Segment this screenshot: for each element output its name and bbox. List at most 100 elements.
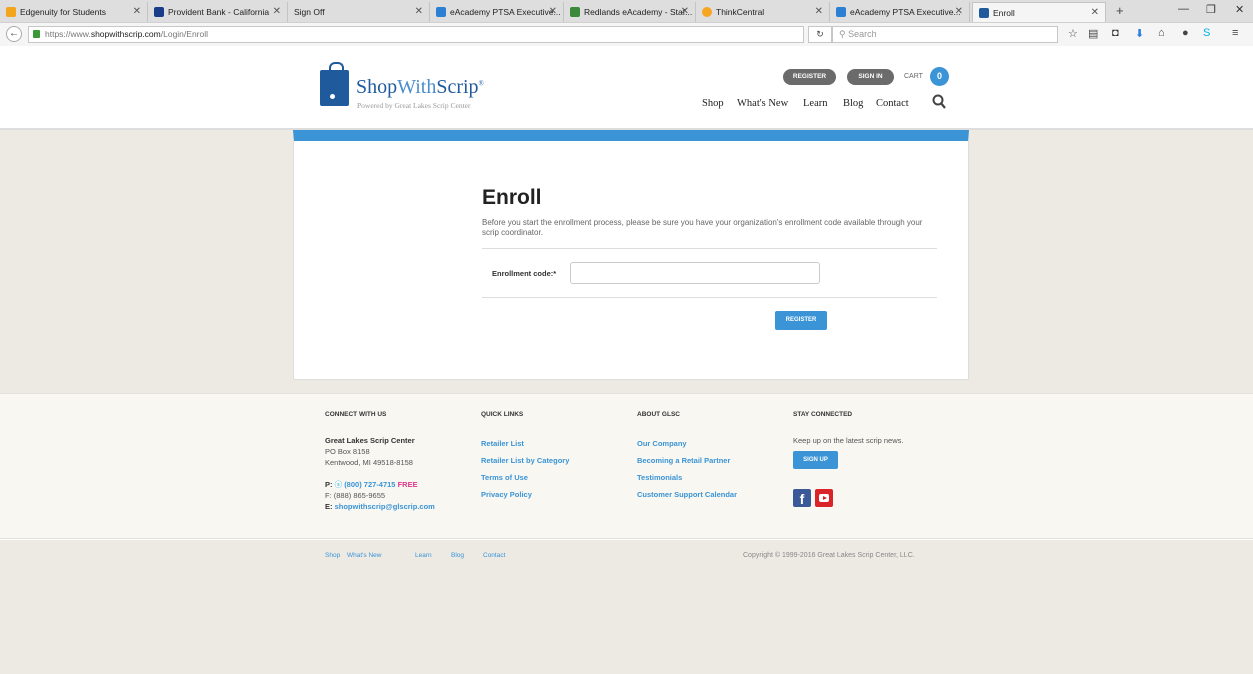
menu-icon[interactable]: ≡ [1232,27,1238,39]
footer-heading: CONNECT WITH US [325,411,387,418]
tab-thinkcentral[interactable]: ThinkCentral ✕ [696,2,830,22]
close-window-icon[interactable]: ✕ [1235,3,1244,16]
home-icon[interactable]: ⌂ [1158,27,1165,39]
chat-icon[interactable]: ● [1182,27,1189,39]
cart-count-badge[interactable]: 0 [930,67,949,86]
tab-enroll[interactable]: Enroll ✕ [972,2,1106,23]
close-tab-icon[interactable]: ✕ [1091,7,1099,18]
restore-icon[interactable]: ❐ [1206,3,1216,16]
edgenuity-favicon-icon [6,7,16,17]
google-sites-favicon-icon [570,7,580,17]
footer-link-terms[interactable]: Terms of Use [481,469,569,486]
footer-link-our-company[interactable]: Our Company [637,435,737,452]
browser-chrome: Edgenuity for Students ✕ Provident Bank … [0,0,1253,46]
close-tab-icon[interactable]: ✕ [955,6,963,17]
footer-link-testimonials[interactable]: Testimonials [637,469,737,486]
docs-favicon-icon [436,7,446,17]
bookmark-star-icon[interactable]: ☆ [1068,27,1078,40]
signup-button[interactable]: SIGN UP [793,451,838,469]
header-signin-button[interactable]: SIGN IN [847,69,894,85]
new-tab-icon[interactable]: + [1116,3,1124,18]
header-register-button[interactable]: REGISTER [783,69,836,85]
page-title: Enroll [482,186,542,209]
bottom-link-whats-new[interactable]: What's New [347,552,381,559]
logo-with: With [397,76,437,98]
pocket-icon[interactable]: ◘ [1112,27,1119,39]
search-magnifier-icon: ⚲ [839,29,846,39]
footer-about-column: ABOUT GLSC Our Company Becoming a Retail… [637,411,737,503]
nav-shop[interactable]: Shop [702,98,724,109]
back-arrow-icon[interactable]: ← [6,26,22,42]
navigation-bar: ← https://www.shopwithscrip.com/Login/En… [0,22,1253,46]
footer-link-privacy[interactable]: Privacy Policy [481,486,569,503]
logo-wordmark[interactable]: ShopWithScrip® [356,76,484,99]
newsletter-text: Keep up on the latest scrip news. [793,436,904,445]
tab-title: Edgenuity for Students [20,7,107,17]
skype-icon: ⓢ [334,480,343,489]
footer-heading: STAY CONNECTED [793,411,853,418]
reading-list-icon[interactable]: ▤ [1088,27,1098,40]
close-tab-icon[interactable]: ✕ [133,6,141,17]
tab-provident-bank[interactable]: Provident Bank - California ✕ [148,2,288,22]
minimize-icon[interactable]: — [1178,3,1189,15]
logo-tagline: Powered by Great Lakes Scrip Center [357,101,471,110]
thinkcentral-favicon-icon [702,7,712,17]
download-icon[interactable]: ⬇ [1135,27,1144,40]
tab-eacademy-ptsa-1[interactable]: eAcademy PTSA Executive... ✕ [430,2,564,22]
nav-blog[interactable]: Blog [843,98,863,109]
footer-link-support-calendar[interactable]: Customer Support Calendar [637,486,737,503]
bottom-link-contact[interactable]: Contact [483,552,505,559]
url-path: /Login/Enroll [160,29,209,39]
close-tab-icon[interactable]: ✕ [549,6,557,17]
register-button[interactable]: REGISTER [775,311,827,330]
bottom-link-learn[interactable]: Learn [415,552,432,559]
tab-sign-off[interactable]: Sign Off ✕ [288,2,430,22]
bottom-link-shop[interactable]: Shop [325,552,340,559]
reload-icon[interactable]: ↻ [808,26,832,43]
close-tab-icon[interactable]: ✕ [273,6,281,17]
logo-shop: Shop [356,76,398,98]
site-header: ShopWithScrip® Powered by Great Lakes Sc… [0,46,1253,130]
search-icon[interactable] [932,94,946,110]
email-line: E: shopwithscrip@glscrip.com [325,501,435,512]
youtube-icon[interactable] [815,489,833,507]
footer-link-retail-partner[interactable]: Becoming a Retail Partner [637,452,737,469]
close-tab-icon[interactable]: ✕ [415,6,423,17]
tab-title: Sign Off [294,7,325,17]
close-tab-icon[interactable]: ✕ [815,6,823,17]
enrollment-code-input[interactable] [570,262,820,284]
phone-number[interactable]: (800) 727-4715 [344,480,395,489]
enrollment-code-label: Enrollment code:* [492,269,557,278]
address-line: PO Box 8158 [325,447,370,456]
footer-heading: QUICK LINKS [481,411,524,418]
phone-line: P: ⓢ (800) 727-4715 FREE [325,479,435,490]
shopwithscrip-logo-icon[interactable] [320,62,349,106]
divider [482,297,937,298]
enroll-description: Before you start the enrollment process,… [482,218,923,237]
footer-link-retailer-list[interactable]: Retailer List [481,435,569,452]
email-link[interactable]: shopwithscrip@glscrip.com [335,502,435,511]
footer-heading: ABOUT GLSC [637,411,680,418]
enroll-card: Enroll Before you start the enrollment p… [293,130,969,380]
footer-link-retailer-by-category[interactable]: Retailer List by Category [481,452,569,469]
fax-line: F: (888) 865-9655 [325,491,386,500]
shopwithscrip-favicon-icon [979,8,989,18]
nav-whats-new[interactable]: What's New [737,98,788,109]
org-name: Great Lakes Scrip Center [325,436,415,445]
tab-title: eAcademy PTSA Executive... [850,7,961,17]
tab-strip: Edgenuity for Students ✕ Provident Bank … [0,0,1253,23]
browser-search-input[interactable]: ⚲ Search [832,26,1058,43]
bottom-link-blog[interactable]: Blog [451,552,464,559]
tab-redlands-eacademy[interactable]: Redlands eAcademy - Staf... ✕ [564,2,696,22]
facebook-icon[interactable]: f [793,489,811,507]
url-bar[interactable]: https://www.shopwithscrip.com/Login/Enro… [28,26,804,43]
divider [482,248,937,249]
close-tab-icon[interactable]: ✕ [681,6,689,17]
nav-contact[interactable]: Contact [876,98,909,109]
skype-icon[interactable]: S [1203,27,1210,39]
tab-edgenuity[interactable]: Edgenuity for Students ✕ [0,2,148,22]
url-prefix: https://www. [45,29,91,39]
cart-label[interactable]: CART [904,73,923,80]
nav-learn[interactable]: Learn [803,98,827,109]
tab-eacademy-ptsa-2[interactable]: eAcademy PTSA Executive... ✕ [830,2,970,22]
